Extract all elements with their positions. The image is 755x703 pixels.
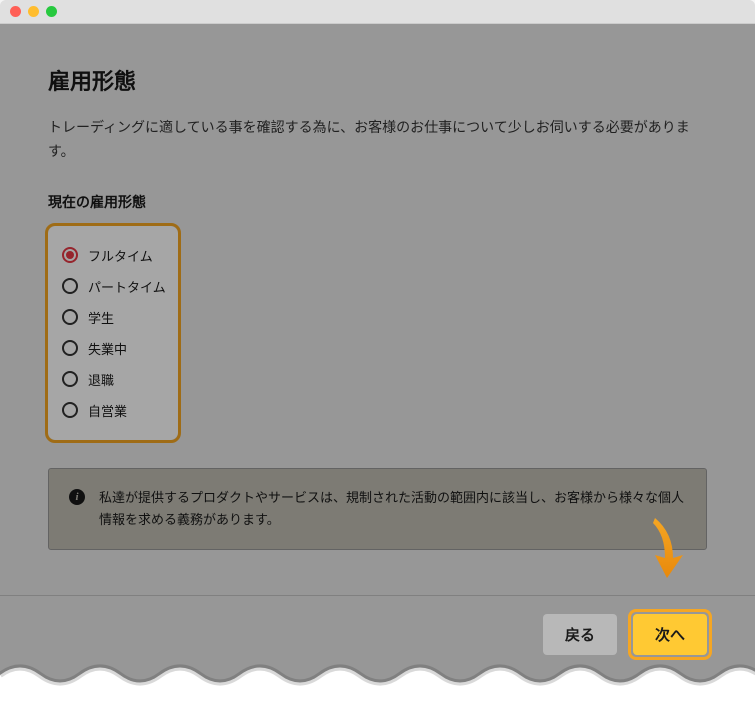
close-window-icon[interactable]: [10, 6, 21, 17]
footer-actions: 戻る 次へ: [0, 595, 755, 655]
minimize-window-icon[interactable]: [28, 6, 39, 17]
torn-edge-decoration: [0, 655, 755, 703]
maximize-window-icon[interactable]: [46, 6, 57, 17]
back-button[interactable]: 戻る: [543, 614, 617, 655]
app-window: 雇用形態 トレーディングに適している事を確認する為に、お客様のお仕事について少し…: [0, 0, 755, 703]
next-button-label: 次へ: [655, 627, 685, 644]
tutorial-arrow-icon: [635, 513, 685, 583]
window-titlebar: [0, 0, 755, 24]
next-button[interactable]: 次へ: [633, 614, 707, 655]
